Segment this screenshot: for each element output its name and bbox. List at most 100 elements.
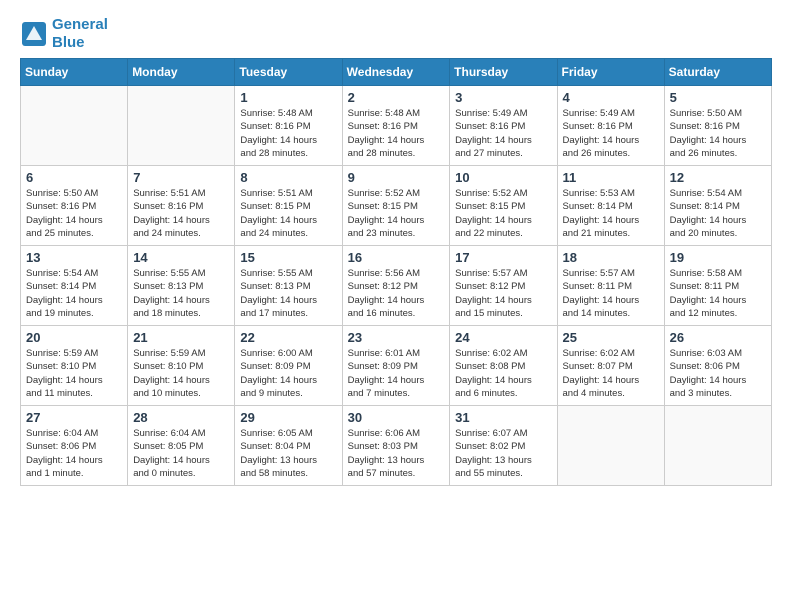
day-number: 15 <box>240 250 336 265</box>
day-info: Sunrise: 6:02 AM Sunset: 8:07 PM Dayligh… <box>563 347 659 400</box>
day-number: 11 <box>563 170 659 185</box>
day-info: Sunrise: 5:48 AM Sunset: 8:16 PM Dayligh… <box>348 107 445 160</box>
week-row-5: 27 Sunrise: 6:04 AM Sunset: 8:06 PM Dayli… <box>21 406 772 486</box>
header-cell-friday: Friday <box>557 59 664 86</box>
week-row-4: 20 Sunrise: 5:59 AM Sunset: 8:10 PM Dayli… <box>21 326 772 406</box>
day-number: 26 <box>670 330 766 345</box>
logo-text: General Blue <box>52 16 108 52</box>
day-cell: 2 Sunrise: 5:48 AM Sunset: 8:16 PM Daylig… <box>342 86 450 166</box>
day-number: 28 <box>133 410 229 425</box>
day-cell: 3 Sunrise: 5:49 AM Sunset: 8:16 PM Daylig… <box>450 86 557 166</box>
day-number: 10 <box>455 170 551 185</box>
day-cell: 31 Sunrise: 6:07 AM Sunset: 8:02 PM Dayli… <box>450 406 557 486</box>
header-cell-wednesday: Wednesday <box>342 59 450 86</box>
day-info: Sunrise: 5:52 AM Sunset: 8:15 PM Dayligh… <box>348 187 445 240</box>
header-row: SundayMondayTuesdayWednesdayThursdayFrid… <box>21 59 772 86</box>
day-info: Sunrise: 6:02 AM Sunset: 8:08 PM Dayligh… <box>455 347 551 400</box>
day-number: 13 <box>26 250 122 265</box>
day-number: 20 <box>26 330 122 345</box>
day-number: 30 <box>348 410 445 425</box>
day-cell: 14 Sunrise: 5:55 AM Sunset: 8:13 PM Dayli… <box>128 246 235 326</box>
day-info: Sunrise: 5:48 AM Sunset: 8:16 PM Dayligh… <box>240 107 336 160</box>
day-number: 6 <box>26 170 122 185</box>
day-cell: 10 Sunrise: 5:52 AM Sunset: 8:15 PM Dayli… <box>450 166 557 246</box>
day-info: Sunrise: 5:50 AM Sunset: 8:16 PM Dayligh… <box>670 107 766 160</box>
day-info: Sunrise: 5:55 AM Sunset: 8:13 PM Dayligh… <box>240 267 336 320</box>
day-info: Sunrise: 5:51 AM Sunset: 8:15 PM Dayligh… <box>240 187 336 240</box>
day-info: Sunrise: 5:56 AM Sunset: 8:12 PM Dayligh… <box>348 267 445 320</box>
day-info: Sunrise: 5:50 AM Sunset: 8:16 PM Dayligh… <box>26 187 122 240</box>
day-info: Sunrise: 5:59 AM Sunset: 8:10 PM Dayligh… <box>26 347 122 400</box>
day-cell: 24 Sunrise: 6:02 AM Sunset: 8:08 PM Dayli… <box>450 326 557 406</box>
day-info: Sunrise: 5:55 AM Sunset: 8:13 PM Dayligh… <box>133 267 229 320</box>
header-cell-tuesday: Tuesday <box>235 59 342 86</box>
day-number: 18 <box>563 250 659 265</box>
header-cell-saturday: Saturday <box>664 59 771 86</box>
day-number: 25 <box>563 330 659 345</box>
day-info: Sunrise: 5:52 AM Sunset: 8:15 PM Dayligh… <box>455 187 551 240</box>
day-cell: 27 Sunrise: 6:04 AM Sunset: 8:06 PM Dayli… <box>21 406 128 486</box>
day-cell: 15 Sunrise: 5:55 AM Sunset: 8:13 PM Dayli… <box>235 246 342 326</box>
day-cell: 28 Sunrise: 6:04 AM Sunset: 8:05 PM Dayli… <box>128 406 235 486</box>
day-number: 2 <box>348 90 445 105</box>
day-cell: 22 Sunrise: 6:00 AM Sunset: 8:09 PM Dayli… <box>235 326 342 406</box>
header-cell-thursday: Thursday <box>450 59 557 86</box>
day-info: Sunrise: 5:54 AM Sunset: 8:14 PM Dayligh… <box>26 267 122 320</box>
day-info: Sunrise: 6:07 AM Sunset: 8:02 PM Dayligh… <box>455 427 551 480</box>
day-cell: 9 Sunrise: 5:52 AM Sunset: 8:15 PM Daylig… <box>342 166 450 246</box>
day-number: 27 <box>26 410 122 425</box>
day-info: Sunrise: 6:00 AM Sunset: 8:09 PM Dayligh… <box>240 347 336 400</box>
week-row-2: 6 Sunrise: 5:50 AM Sunset: 8:16 PM Daylig… <box>21 166 772 246</box>
day-number: 29 <box>240 410 336 425</box>
day-cell: 8 Sunrise: 5:51 AM Sunset: 8:15 PM Daylig… <box>235 166 342 246</box>
day-cell: 4 Sunrise: 5:49 AM Sunset: 8:16 PM Daylig… <box>557 86 664 166</box>
day-cell: 26Sunrise: 6:03 AM Sunset: 8:06 PM Dayli… <box>664 326 771 406</box>
day-number: 23 <box>348 330 445 345</box>
day-cell: 23Sunrise: 6:01 AM Sunset: 8:09 PM Dayli… <box>342 326 450 406</box>
day-info: Sunrise: 6:04 AM Sunset: 8:05 PM Dayligh… <box>133 427 229 480</box>
day-number: 16 <box>348 250 445 265</box>
day-number: 3 <box>455 90 551 105</box>
day-number: 1 <box>240 90 336 105</box>
day-info: Sunrise: 6:04 AM Sunset: 8:06 PM Dayligh… <box>26 427 122 480</box>
day-number: 9 <box>348 170 445 185</box>
day-cell: 16 Sunrise: 5:56 AM Sunset: 8:12 PM Dayli… <box>342 246 450 326</box>
day-info: Sunrise: 5:49 AM Sunset: 8:16 PM Dayligh… <box>563 107 659 160</box>
day-number: 24 <box>455 330 551 345</box>
day-cell: 11 Sunrise: 5:53 AM Sunset: 8:14 PM Dayli… <box>557 166 664 246</box>
day-cell: 6 Sunrise: 5:50 AM Sunset: 8:16 PM Daylig… <box>21 166 128 246</box>
header-cell-sunday: Sunday <box>21 59 128 86</box>
header-cell-monday: Monday <box>128 59 235 86</box>
day-cell: 30Sunrise: 6:06 AM Sunset: 8:03 PM Dayli… <box>342 406 450 486</box>
day-number: 7 <box>133 170 229 185</box>
week-row-1: 1 Sunrise: 5:48 AM Sunset: 8:16 PM Daylig… <box>21 86 772 166</box>
day-number: 8 <box>240 170 336 185</box>
day-number: 17 <box>455 250 551 265</box>
day-info: Sunrise: 5:53 AM Sunset: 8:14 PM Dayligh… <box>563 187 659 240</box>
day-cell: 1 Sunrise: 5:48 AM Sunset: 8:16 PM Daylig… <box>235 86 342 166</box>
day-cell: 19Sunrise: 5:58 AM Sunset: 8:11 PM Dayli… <box>664 246 771 326</box>
logo: General Blue <box>20 16 108 52</box>
calendar-table: SundayMondayTuesdayWednesdayThursdayFrid… <box>20 58 772 486</box>
day-cell <box>128 86 235 166</box>
day-info: Sunrise: 5:51 AM Sunset: 8:16 PM Dayligh… <box>133 187 229 240</box>
day-number: 19 <box>670 250 766 265</box>
day-cell <box>557 406 664 486</box>
day-info: Sunrise: 5:49 AM Sunset: 8:16 PM Dayligh… <box>455 107 551 160</box>
day-number: 22 <box>240 330 336 345</box>
day-cell: 29 Sunrise: 6:05 AM Sunset: 8:04 PM Dayli… <box>235 406 342 486</box>
day-cell <box>664 406 771 486</box>
day-cell: 25 Sunrise: 6:02 AM Sunset: 8:07 PM Dayli… <box>557 326 664 406</box>
day-info: Sunrise: 5:59 AM Sunset: 8:10 PM Dayligh… <box>133 347 229 400</box>
day-info: Sunrise: 6:05 AM Sunset: 8:04 PM Dayligh… <box>240 427 336 480</box>
day-number: 4 <box>563 90 659 105</box>
day-cell: 7 Sunrise: 5:51 AM Sunset: 8:16 PM Daylig… <box>128 166 235 246</box>
day-number: 12 <box>670 170 766 185</box>
day-cell: 18 Sunrise: 5:57 AM Sunset: 8:11 PM Dayli… <box>557 246 664 326</box>
day-number: 14 <box>133 250 229 265</box>
day-info: Sunrise: 5:57 AM Sunset: 8:12 PM Dayligh… <box>455 267 551 320</box>
day-info: Sunrise: 5:57 AM Sunset: 8:11 PM Dayligh… <box>563 267 659 320</box>
day-number: 31 <box>455 410 551 425</box>
day-cell <box>21 86 128 166</box>
page-header: General Blue <box>20 16 772 52</box>
